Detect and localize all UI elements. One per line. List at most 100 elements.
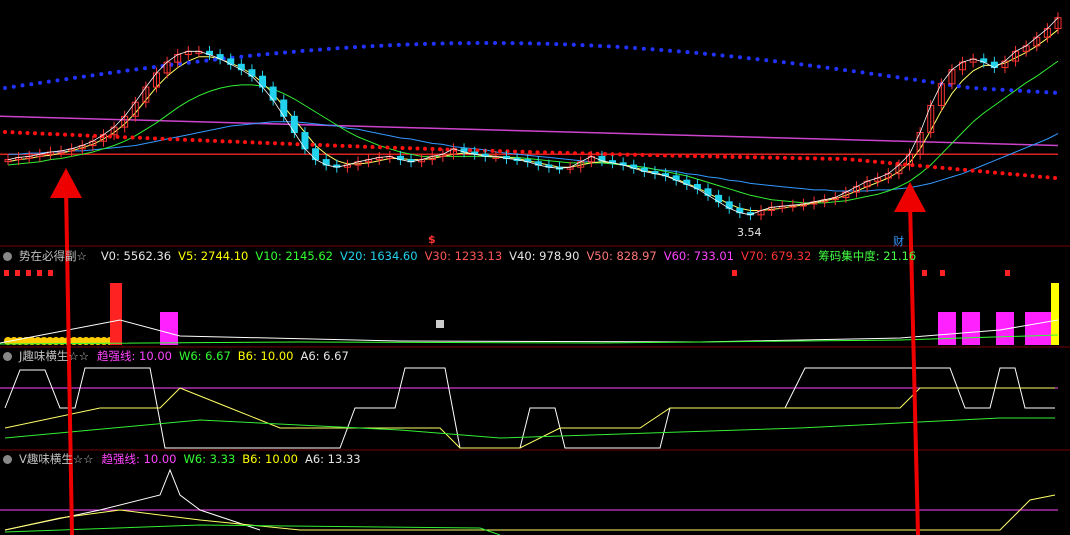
red-dot	[168, 137, 172, 142]
red-dot	[580, 151, 585, 156]
red-dot	[678, 153, 682, 158]
red-dot	[828, 156, 832, 161]
red-dot	[963, 167, 967, 172]
red-dot	[865, 159, 870, 163]
blue-dot	[519, 41, 524, 46]
red-dot	[250, 140, 255, 145]
red-dot	[670, 153, 675, 158]
blue-dot	[738, 55, 742, 60]
blue-dot	[151, 65, 156, 70]
red-dot	[1023, 173, 1027, 178]
red-dot	[520, 149, 525, 154]
red-dot	[145, 136, 150, 141]
red-dot	[85, 133, 90, 138]
red-dot	[648, 153, 652, 158]
collapse-icon[interactable]	[3, 455, 12, 464]
blue-dot	[379, 43, 384, 48]
red-dot	[370, 145, 375, 149]
red-marker	[48, 270, 53, 276]
red-dot	[790, 156, 795, 160]
red-dot	[970, 168, 975, 173]
indicator1-title[interactable]: 势在必得副☆	[19, 249, 87, 263]
indicator2-title[interactable]: J趣味横生☆☆	[19, 349, 89, 363]
indicator1-panel[interactable]	[0, 270, 1059, 345]
blue-dot	[318, 47, 322, 52]
blue-dot	[694, 50, 699, 55]
indicator2-panel[interactable]	[0, 367, 1058, 449]
blue-dot	[816, 64, 821, 69]
v5-value: V5: 2744.10	[178, 249, 249, 263]
blue-dot	[440, 41, 445, 46]
red-dot	[753, 155, 757, 160]
blue-dot	[466, 41, 471, 46]
blue-dot	[134, 67, 139, 72]
collapse-icon[interactable]	[3, 252, 12, 261]
blue-dot	[1000, 87, 1005, 92]
collapse-icon[interactable]	[3, 352, 12, 361]
blue-dot	[711, 52, 716, 57]
red-dot	[693, 154, 697, 159]
red-dot	[640, 152, 645, 157]
red-dot	[280, 141, 285, 146]
blue-dot	[641, 46, 646, 51]
blue-dot	[904, 76, 909, 81]
blue-dot	[423, 41, 427, 46]
main-price-panel[interactable]	[0, 12, 1062, 221]
red-dot	[198, 138, 202, 143]
blue-dot	[55, 78, 60, 83]
ind1-line	[0, 334, 1059, 345]
red-dot	[318, 143, 322, 147]
red-dot	[265, 141, 270, 145]
red-dot	[820, 156, 825, 161]
blue-dot	[834, 66, 839, 71]
indicator3-title[interactable]: V趣味横生☆☆	[19, 452, 94, 466]
red-dot	[843, 156, 847, 161]
low-price-label: 3.54	[737, 226, 762, 239]
blue-dot	[685, 50, 690, 55]
red-marker	[15, 270, 20, 276]
v0-value: V0: 5562.36	[100, 249, 172, 263]
red-dot	[858, 158, 862, 163]
blue-dot	[20, 83, 25, 88]
arrow-head	[50, 168, 82, 198]
red-dot	[933, 165, 937, 170]
red-dot	[1015, 172, 1020, 177]
red-dot	[835, 156, 840, 161]
red-dot	[595, 151, 600, 156]
blue-dot	[396, 42, 401, 47]
blue-dot	[493, 41, 497, 45]
candle-body	[269, 86, 277, 101]
b6-value: B6: 10.00	[237, 349, 294, 363]
red-dot	[430, 147, 435, 151]
red-dot	[618, 152, 622, 157]
blue-dot	[746, 56, 751, 61]
blue-dot	[239, 54, 244, 59]
ma-slow-line	[8, 121, 1059, 192]
red-dot	[1053, 176, 1057, 180]
red-dot	[873, 159, 877, 164]
blue-dot	[11, 84, 16, 89]
blue-dot	[755, 57, 760, 62]
blue-dot	[860, 70, 865, 75]
indicator2-header: J趣味横生☆☆ 趋强线: 10.00 W6: 6.67 B6: 10.00 A6: 6.…	[0, 348, 356, 364]
red-dot	[565, 151, 570, 155]
v30-value: V30: 1233.13	[424, 249, 503, 263]
red-dot	[513, 149, 517, 154]
indicator3-panel[interactable]	[0, 468, 1058, 535]
red-dot	[700, 154, 705, 159]
red-dot	[115, 134, 120, 139]
red-dot	[48, 132, 52, 136]
blue-dot	[414, 42, 419, 47]
blue-dot	[1044, 90, 1049, 95]
red-dot	[63, 132, 67, 137]
red-dot	[925, 164, 930, 169]
red-dot	[1030, 174, 1035, 178]
red-dot	[183, 137, 187, 142]
a6-value: A6: 13.33	[304, 452, 361, 466]
blue-dot	[790, 61, 795, 66]
blue-dot	[606, 44, 611, 49]
b6-line	[4, 387, 1055, 449]
blue-dot	[554, 42, 559, 47]
red-dot	[378, 145, 382, 150]
red-dot	[715, 154, 720, 159]
